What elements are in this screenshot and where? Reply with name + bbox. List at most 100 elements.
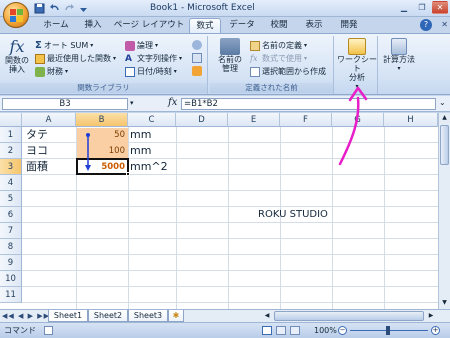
column-header-b[interactable]: B [76,113,128,127]
dropdown-icon: ▾ [304,55,308,62]
sheet-tab-1[interactable]: Sheet1 [48,310,88,322]
insert-function-fx-button[interactable]: fx [168,97,177,108]
column-header-d[interactable]: D [176,113,228,127]
row-header-11[interactable]: 11 [0,287,22,303]
column-header-a[interactable]: A [22,113,76,127]
tab-home[interactable]: ホーム [37,18,75,33]
redo-icon[interactable] [64,3,75,14]
zoom-in-icon[interactable]: + [431,326,440,335]
define-name-button[interactable]: 名前の定義 ▾ [250,40,307,51]
tab-review[interactable]: 校閲 [263,18,295,33]
status-bar: コマンド 100% − + [0,322,450,338]
office-logo-icon [10,9,23,22]
column-header-c[interactable]: C [128,113,176,127]
tab-formulas[interactable]: 数式 [189,18,221,33]
tab-developer[interactable]: 開発 [333,18,365,33]
autosum-button[interactable]: Σ オート SUM ▾ [35,40,93,51]
vertical-scrollbar[interactable]: ▲ ▼ [438,113,450,309]
name-manager-button[interactable]: 名前の 管理 [212,38,248,73]
tab-view[interactable]: 表示 [298,18,330,33]
cell-c2[interactable]: mm [130,143,151,158]
normal-view-icon[interactable] [262,326,272,335]
zoom-slider-thumb[interactable] [386,326,390,335]
use-in-formula-button[interactable]: fx 数式で使用 ▾ [250,53,307,64]
row-header-10[interactable]: 10 [0,271,22,287]
horizontal-scroll-thumb[interactable] [274,311,424,321]
select-all-corner[interactable] [0,113,22,127]
sheet-tab-2[interactable]: Sheet2 [88,310,128,322]
gridline [176,127,177,309]
sheet-nav-icons[interactable]: ◀◀ ◀ ▶ ▶▶ [2,310,50,322]
expand-formula-bar-icon[interactable]: ⌄ [439,98,446,107]
row-header-5[interactable]: 5 [0,191,22,207]
tab-insert[interactable]: 挿入 [77,18,109,33]
row-header-3[interactable]: 3 [0,159,22,175]
ribbon-window-close-icon[interactable]: ✕ [441,20,448,29]
row-header-8[interactable]: 8 [0,239,22,255]
financial-icon [35,66,45,77]
sheet-tab-bar: ◀◀ ◀ ▶ ▶▶ Sheet1 Sheet2 Sheet3 ✱ ◀ ▶ [0,309,450,322]
row-header-4[interactable]: 4 [0,175,22,191]
name-box-dropdown-icon[interactable]: ▾ [130,99,134,107]
sheet-tab-3[interactable]: Sheet3 [128,310,168,322]
insert-function-button[interactable]: fx 関数の 挿入 [3,38,31,75]
defined-names-label: 定義された名前 [210,83,333,93]
close-button[interactable]: ✕ [432,1,448,14]
title-bar: Book1 - Microsoft Excel ▁ ❐ ✕ [0,0,450,17]
column-header-h[interactable]: H [384,113,438,127]
function-library-label: 関数ライブラリ [0,83,207,93]
more-functions-button[interactable] [192,66,202,76]
dropdown-icon: ▾ [173,68,177,75]
row-header-6[interactable]: 6 [0,207,22,223]
column-header-f[interactable]: F [280,113,332,127]
scroll-down-icon[interactable]: ▼ [440,299,449,308]
restore-button[interactable]: ❐ [414,1,430,14]
cell-a1[interactable]: タテ [26,127,48,142]
dropdown-icon: ▾ [90,42,94,49]
calculation-options-button[interactable]: 計算方法 ▾ [380,38,418,73]
minimize-button[interactable]: ▁ [396,1,412,14]
tab-page-layout[interactable]: ページ レイアウト [112,18,186,33]
trace-precedents-arrow [85,133,91,171]
row-header-9[interactable]: 9 [0,255,22,271]
row-header-7[interactable]: 7 [0,223,22,239]
page-layout-view-icon[interactable] [276,326,286,335]
cell-a2[interactable]: ヨコ [26,143,48,158]
math-button[interactable] [192,53,202,63]
undo-icon[interactable] [49,3,60,14]
gridline [22,270,438,271]
office-button[interactable] [3,2,29,28]
macro-record-icon[interactable] [44,326,53,335]
name-box[interactable]: B3 [2,98,128,110]
date-time-button[interactable]: 日付/時刻 ▾ [125,66,177,77]
logical-button[interactable]: 論理 ▾ [125,40,158,51]
cell-c3[interactable]: mm^2 [130,159,168,174]
customize-qat-icon[interactable] [79,3,90,14]
vertical-scroll-thumb[interactable] [440,125,449,165]
row-header-1[interactable]: 1 [0,127,22,143]
row-header-2[interactable]: 2 [0,143,22,159]
scroll-up-icon[interactable]: ▲ [440,114,449,123]
save-icon[interactable] [34,3,45,14]
create-from-selection-button[interactable]: 選択範囲から作成 [250,66,326,77]
lookup-button[interactable] [192,40,202,50]
zoom-level[interactable]: 100% [314,323,337,338]
help-icon[interactable]: ? [420,19,432,31]
scroll-right-icon[interactable]: ▶ [426,311,436,321]
cell-e6[interactable]: ROKU STUDIO [258,207,328,222]
financial-button[interactable]: 財務 ▾ [35,66,68,77]
insert-function-label: 関数の 挿入 [5,56,29,74]
cell-a3[interactable]: 面積 [26,159,48,174]
tab-data[interactable]: データ [224,18,260,33]
ribbon-tabs: ホーム 挿入 ページ レイアウト 数式 データ 校閲 表示 開発 ? ✕ [0,17,450,33]
grid-icon [250,66,260,77]
column-header-e[interactable]: E [228,113,280,127]
insert-sheet-button[interactable]: ✱ [168,310,184,322]
scroll-left-icon[interactable]: ◀ [262,311,272,321]
text-button[interactable]: A 文字列操作 ▾ [125,53,182,64]
zoom-out-icon[interactable]: − [338,326,347,335]
formula-input[interactable]: =B1*B2 [181,98,436,110]
cell-c1[interactable]: mm [130,127,151,142]
recent-functions-button[interactable]: 最近使用した関数 ▾ [35,53,116,64]
page-break-view-icon[interactable] [290,326,300,335]
